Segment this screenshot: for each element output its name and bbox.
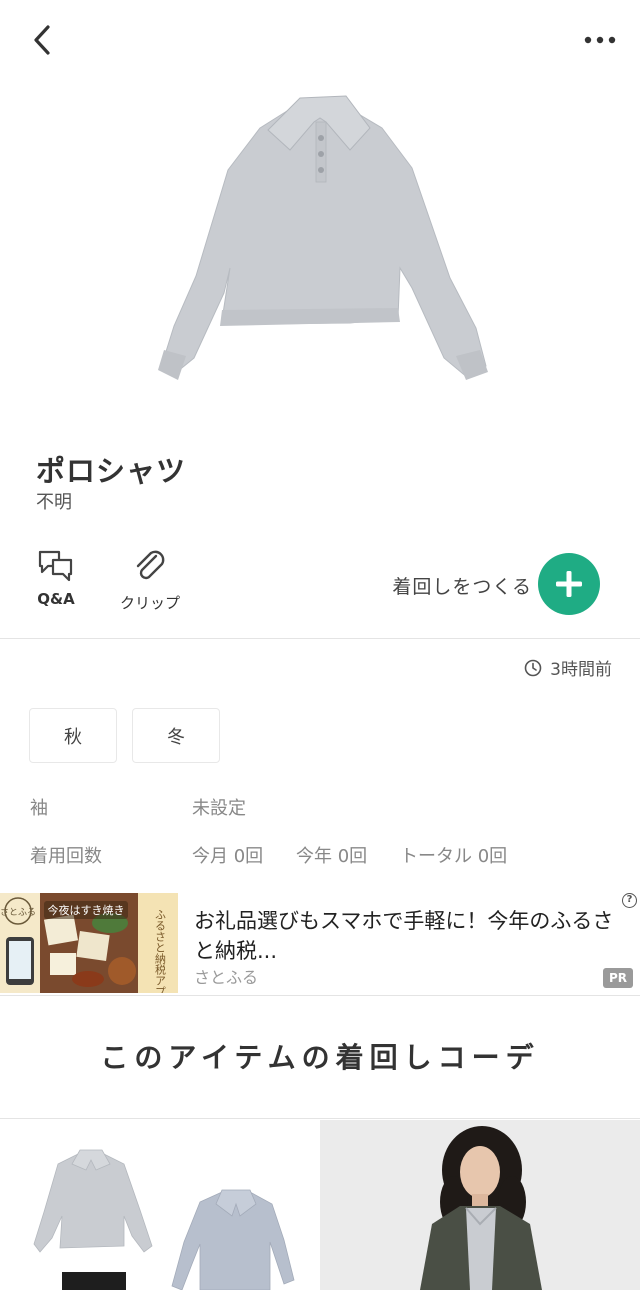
product-brand: 不明 (36, 492, 72, 513)
product-name: ポロシャツ (36, 454, 187, 488)
ad-pr-badge: PR (603, 968, 633, 988)
coordinates-section-title: このアイテムの着回しコーデ (100, 1041, 540, 1074)
season-tag-winter: 冬 (132, 708, 220, 763)
wear-count-year: 今年 0回 (296, 846, 368, 867)
ad-image-caption: 今夜はすき焼き (48, 903, 125, 917)
paperclip-icon (136, 550, 165, 580)
qa-label: Q&A (37, 590, 75, 608)
create-coordinate-button[interactable] (538, 553, 600, 615)
ad-logo-text: さとふる (0, 907, 36, 918)
plus-icon (556, 571, 582, 597)
coordinate-photo (320, 1120, 640, 1290)
coordinate-card[interactable] (320, 1120, 640, 1290)
divider (0, 995, 640, 996)
clip-button[interactable]: クリップ (112, 548, 188, 613)
more-horizontal-icon (584, 36, 616, 44)
chat-bubbles-icon (38, 550, 73, 582)
create-coordinate-label[interactable]: 着回しをつくる (392, 572, 532, 599)
back-button[interactable] (24, 20, 60, 60)
wear-count-label: 着用回数 (30, 846, 102, 867)
sleeve-value: 未設定 (192, 798, 246, 819)
ad-help-icon[interactable]: ? (622, 893, 637, 908)
wear-count-month: 今月 0回 (192, 846, 264, 867)
ad-headline[interactable]: お礼品選びもスマホで手軽に！今年のふるさと納税... (194, 906, 624, 966)
divider (0, 1118, 640, 1119)
coordinate-card[interactable] (0, 1120, 318, 1290)
coordinate-thumbnail (33, 1149, 295, 1290)
more-button[interactable] (578, 22, 622, 58)
product-image (158, 95, 488, 380)
sleeve-label: 袖 (30, 798, 48, 819)
top-bar (0, 0, 640, 80)
updated-time-text: 3時間前 (550, 660, 612, 680)
clip-label: クリップ (119, 594, 180, 612)
updated-time: 3時間前 (524, 655, 612, 680)
wear-count-total: トータル 0回 (400, 846, 508, 867)
season-tag-autumn: 秋 (29, 708, 117, 763)
chevron-left-icon (34, 25, 50, 55)
clock-icon (524, 659, 542, 676)
ad-source: さとふる (194, 968, 259, 987)
divider (0, 638, 640, 639)
ad-image-vertical: ふるさと納税アプリ (154, 909, 167, 993)
ad-banner[interactable]: さとふる 今夜はすき焼き ふるさと納税アプリ お礼品選びもスマホで手軽に！今年の… (0, 893, 640, 995)
qa-button[interactable]: Q&A (30, 548, 82, 608)
ad-image: さとふる 今夜はすき焼き ふるさと納税アプリ (0, 893, 178, 993)
